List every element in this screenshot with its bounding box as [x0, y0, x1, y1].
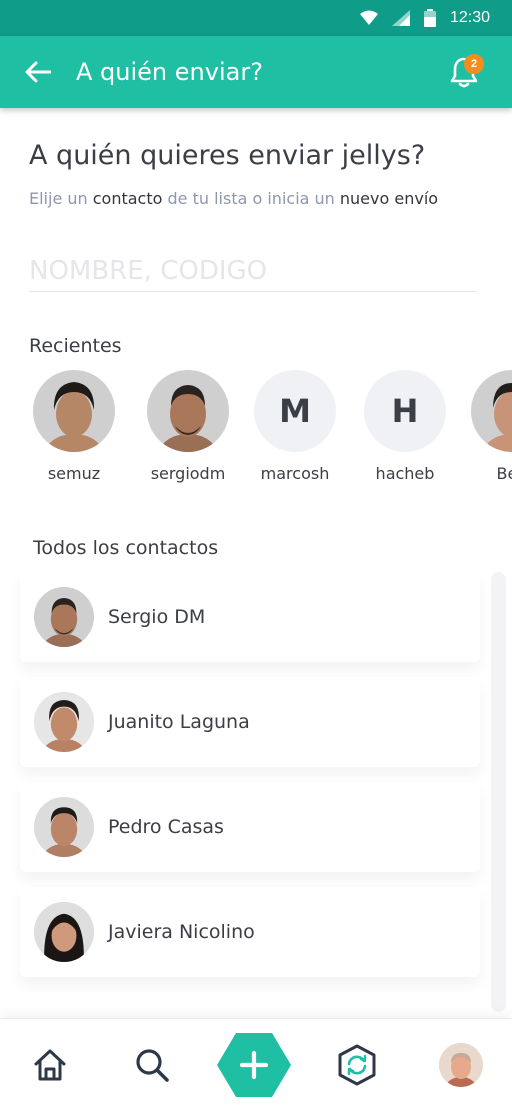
contact-row[interactable]: Juanito Laguna	[20, 677, 480, 767]
avatar	[34, 902, 94, 962]
avatar-photo	[34, 692, 94, 752]
avatar-photo	[34, 797, 94, 857]
avatar	[34, 692, 94, 752]
avatar-photo	[34, 587, 94, 647]
bottom-nav	[0, 1018, 512, 1109]
avatar-initial: H	[364, 370, 446, 452]
recent-contact-name: marcosh	[260, 464, 330, 483]
battery-icon	[423, 9, 436, 27]
contacts-list: Sergio DM Juanito Laguna Pedro Casas Jav…	[20, 572, 480, 992]
contact-name: Javiera Nicolino	[108, 921, 255, 943]
contact-row[interactable]: Pedro Casas	[20, 782, 480, 872]
recent-contact-name: sergiodm	[150, 464, 226, 483]
nav-sync[interactable]	[332, 1019, 382, 1109]
page-subheading: Elije un contacto de tu lista o inicia u…	[29, 189, 438, 208]
recent-contact-name: hacheb	[375, 464, 435, 483]
subheading-contact-text: contacto	[92, 189, 163, 208]
wifi-icon	[359, 10, 378, 25]
recent-contact-ben[interactable]: Ben	[467, 370, 512, 483]
contact-name: Sergio DM	[108, 606, 206, 628]
avatar	[34, 587, 94, 647]
sync-icon	[338, 1044, 376, 1085]
cell-signal-icon	[391, 10, 410, 26]
contact-row[interactable]: Javiera Nicolino	[20, 887, 480, 977]
status-bar: 12:30	[0, 0, 512, 36]
subheading-text-2: de tu lista o inicia un	[162, 189, 340, 208]
search-input[interactable]	[29, 250, 476, 292]
recent-contact-name: semuz	[47, 464, 101, 483]
all-contacts-label: Todos los contactos	[33, 537, 219, 559]
contacts-scrollbar[interactable]	[491, 572, 506, 1012]
notifications-button[interactable]: 2	[432, 36, 496, 108]
nav-add-button[interactable]	[214, 1019, 294, 1109]
status-time: 12:30	[449, 9, 490, 26]
recent-contact-marcosh[interactable]: M marcosh	[250, 370, 340, 483]
home-icon	[34, 1049, 66, 1080]
avatar-photo	[147, 370, 229, 452]
back-arrow-icon	[25, 61, 51, 83]
app-bar-title: A quién enviar?	[76, 58, 263, 86]
avatar	[33, 370, 115, 452]
nav-search[interactable]	[127, 1019, 177, 1109]
add-icon	[217, 1032, 291, 1097]
avatar-photo	[471, 370, 512, 452]
avatar-initial: M	[254, 370, 336, 452]
subheading-new-send-text: nuevo envío	[339, 189, 439, 208]
recents-list: semuz sergiodm M marcosh H hacheb B	[0, 370, 512, 490]
recent-contact-name: Ben	[496, 464, 512, 483]
subheading-text-1: Elije un	[29, 189, 93, 208]
avatar-initial-letter: M	[279, 392, 311, 430]
app-bar: A quién enviar? 2	[0, 36, 512, 108]
recent-contact-hacheb[interactable]: H hacheb	[360, 370, 450, 483]
avatar-photo	[439, 1042, 483, 1087]
page-heading: A quién quieres enviar jellys?	[29, 140, 426, 171]
contact-name: Juanito Laguna	[108, 711, 250, 733]
avatar-photo	[34, 902, 94, 962]
notification-badge: 2	[464, 54, 484, 74]
nav-profile[interactable]	[436, 1019, 486, 1109]
recents-label: Recientes	[29, 335, 122, 357]
avatar	[147, 370, 229, 452]
profile-avatar	[439, 1042, 483, 1087]
contact-row[interactable]: Sergio DM	[20, 572, 480, 662]
avatar	[471, 370, 512, 452]
back-button[interactable]	[0, 36, 76, 108]
contact-name: Pedro Casas	[108, 816, 224, 838]
avatar-photo	[33, 370, 115, 452]
recent-contact-sergiodm[interactable]: sergiodm	[143, 370, 233, 483]
search-icon	[136, 1048, 169, 1082]
nav-home[interactable]	[25, 1019, 75, 1109]
avatar-initial-letter: H	[391, 392, 419, 430]
recent-contact-semuz[interactable]: semuz	[29, 370, 119, 483]
avatar	[34, 797, 94, 857]
